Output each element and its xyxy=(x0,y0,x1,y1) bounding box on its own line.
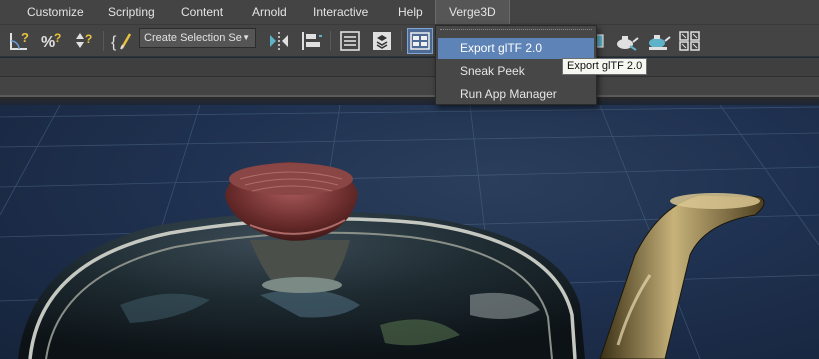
layer-explorer-icon[interactable] xyxy=(369,28,395,54)
toolbar-separator xyxy=(401,31,402,51)
menu-item-run-app-manager[interactable]: Run App Manager xyxy=(438,84,594,105)
menu-scripting[interactable]: Scripting xyxy=(108,0,155,24)
svg-text:{: { xyxy=(111,34,117,51)
tooltip: Export glTF 2.0 xyxy=(562,58,648,75)
ribbon-toggle-icon[interactable] xyxy=(407,28,433,54)
menu-item-export-gltf[interactable]: Export glTF 2.0 xyxy=(438,38,594,59)
render-production-icon[interactable] xyxy=(645,28,671,54)
scene-explorer-icon[interactable] xyxy=(337,28,363,54)
align-icon[interactable] xyxy=(298,28,324,54)
menu-arnold[interactable]: Arnold xyxy=(252,0,287,24)
menu-content[interactable]: Content xyxy=(181,0,223,24)
selection-set-dropdown[interactable]: Create Selection Se ▼ xyxy=(139,28,256,48)
edit-named-selection-icon[interactable]: { xyxy=(109,28,135,54)
svg-text:?: ? xyxy=(21,30,29,45)
svg-text:?: ? xyxy=(85,32,92,46)
svg-text:?: ? xyxy=(54,31,61,45)
viewport-border xyxy=(0,97,819,105)
main-toolbar: ? %? ? { Create Selection Se ▼ xyxy=(0,25,819,57)
toolbar-separator xyxy=(330,31,331,51)
command-strip xyxy=(0,77,819,97)
selection-set-value: Create Selection Se xyxy=(144,32,242,44)
render-layout-icon[interactable] xyxy=(677,28,703,54)
toolbar-separator xyxy=(103,31,104,51)
menu-verge3d[interactable]: Verge3D xyxy=(435,0,510,24)
angle-snap-icon[interactable]: ? xyxy=(7,28,33,54)
menu-tearoff-line xyxy=(440,29,592,33)
percent-snap-icon[interactable]: %? xyxy=(39,28,65,54)
mirror-icon[interactable] xyxy=(266,28,292,54)
chevron-down-icon: ▼ xyxy=(242,33,250,42)
render-frame-icon[interactable] xyxy=(613,28,639,54)
viewport-3d[interactable] xyxy=(0,105,819,359)
viewport-scene xyxy=(0,105,819,359)
spinner-snap-icon[interactable]: ? xyxy=(71,28,97,54)
menu-help[interactable]: Help xyxy=(398,0,423,24)
menu-bar: Customize Scripting Content Arnold Inter… xyxy=(0,0,819,25)
menu-customize[interactable]: Customize xyxy=(27,0,84,24)
ribbon-strip xyxy=(0,58,819,77)
menu-interactive[interactable]: Interactive xyxy=(313,0,368,24)
